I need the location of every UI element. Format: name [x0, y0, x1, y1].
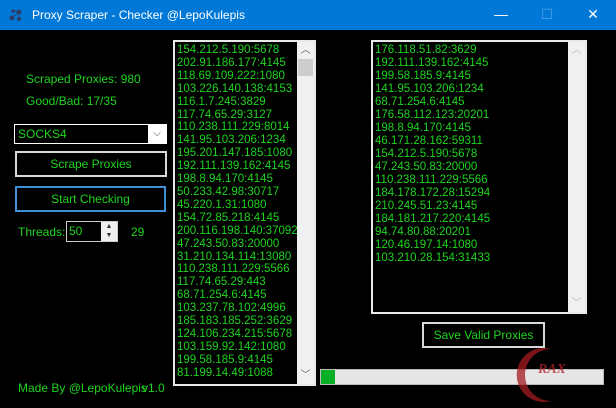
proxy-list-item[interactable]: 110.238.111.229:5566	[375, 174, 490, 187]
proxy-list-item[interactable]: 47.243.50.83:20000	[177, 238, 298, 251]
proxy-list-item[interactable]: 117.74.65.29:443	[177, 276, 298, 289]
good-bad-label: Good/Bad: 17/35	[26, 94, 117, 108]
proxy-list-item[interactable]: 117.74.65.29:3127	[177, 109, 298, 122]
proxy-list-item[interactable]: 141.95.103.206:1234	[177, 134, 298, 147]
proxy-list-item[interactable]: 184.178.172.28:15294	[375, 187, 490, 200]
threads-input[interactable]: 50 ▲ ▼	[66, 221, 118, 242]
threads-spinner[interactable]: ▲ ▼	[101, 222, 117, 241]
proxy-list-item[interactable]: 68.71.254.6:4145	[177, 289, 298, 302]
proxy-type-select[interactable]: SOCKS4 ⌵	[14, 124, 167, 144]
proxy-list-item[interactable]: 176.58.112.123:20201	[375, 109, 490, 122]
proxy-list-item[interactable]: 94.74.80.88:20201	[375, 226, 490, 239]
proxy-list-item[interactable]: 45.220.1.31:1080	[177, 199, 298, 212]
minimize-button[interactable]: —	[478, 0, 524, 30]
threads-value: 50	[69, 224, 83, 238]
proxy-list-item[interactable]: 47.243.50.83:20000	[375, 161, 490, 174]
proxy-list-item[interactable]: 199.58.185.9:4145	[177, 354, 298, 367]
title-bar: Proxy Scraper - Checker @LepoKulepis — ☐…	[0, 0, 616, 30]
chevron-up-icon[interactable]: ︿	[297, 42, 314, 59]
scraped-count-label: Scraped Proxies: 980	[26, 72, 141, 86]
proxy-list-item[interactable]: 124.106.234.215:5678	[177, 328, 298, 341]
proxy-list-item[interactable]: 110.238.111.229:8014	[177, 121, 298, 134]
chevron-down-icon[interactable]: ⌵	[148, 125, 166, 143]
proxy-list-item[interactable]: 31.210.134.114:13080	[177, 251, 298, 264]
window-title: Proxy Scraper - Checker @LepoKulepis	[32, 8, 245, 22]
app-icon	[9, 9, 22, 21]
chevron-down-icon[interactable]: ﹀	[568, 295, 585, 312]
proxy-list-item[interactable]: 154.212.5.190:5678	[375, 148, 490, 161]
close-button[interactable]: ✕	[570, 0, 616, 30]
proxy-list-item[interactable]: 200.116.198.140:37092	[177, 225, 298, 238]
proxy-list-item[interactable]: 198.8.94.170:4145	[177, 173, 298, 186]
proxy-list-item[interactable]: 110.238.111.229:5566	[177, 263, 298, 276]
watermark-logo: RAX	[516, 345, 586, 403]
proxy-list-item[interactable]: 192.111.139.162:4145	[375, 57, 490, 70]
proxy-list-item[interactable]: 141.95.103.206:1234	[375, 83, 490, 96]
proxy-list-item[interactable]: 210.245.51.23:4145	[375, 200, 490, 213]
proxy-list-item[interactable]: 202.91.186.177:4145	[177, 57, 298, 70]
proxy-list-item[interactable]: 103.226.140.138:4153	[177, 83, 298, 96]
scrollbar[interactable]: ︿ ﹀	[568, 42, 585, 312]
proxy-type-value: SOCKS4	[18, 127, 67, 141]
proxy-list-item[interactable]: 154.72.85.218:4145	[177, 212, 298, 225]
progress-fill	[321, 370, 336, 384]
proxy-list-item[interactable]: 176.118.51.82:3629	[375, 44, 490, 57]
maximize-button[interactable]: ☐	[524, 0, 570, 30]
proxy-list-item[interactable]: 50.233.42.98:30717	[177, 186, 298, 199]
version-label: v1.0	[142, 381, 165, 395]
proxy-list-item[interactable]: 81.199.14.49:1088	[177, 367, 298, 380]
proxy-list-item[interactable]: 199.58.185.9:4145	[375, 70, 490, 83]
active-threads-count: 29	[131, 225, 145, 239]
scroll-thumb[interactable]	[298, 59, 313, 76]
proxy-list-item[interactable]: 103.210.28.154:31433	[375, 252, 490, 265]
threads-label: Threads:	[18, 225, 66, 239]
credit-label: Made By @LepoKulepis	[18, 381, 147, 395]
proxy-list-item[interactable]: 195.201.147.185:1080	[177, 147, 298, 160]
proxy-list-item[interactable]: 46.171.28.162:59311	[375, 135, 490, 148]
proxy-list-item[interactable]: 185.183.185.252:3629	[177, 315, 298, 328]
proxy-list-item[interactable]: 192.111.139.162:4145	[177, 160, 298, 173]
proxy-list-item[interactable]: 68.71.254.6:4145	[375, 96, 490, 109]
scraped-proxies-list[interactable]: 154.212.5.190:5678 202.91.186.177:4145 118…	[173, 40, 316, 386]
chevron-down-icon[interactable]: ﹀	[297, 367, 314, 384]
proxy-list-item[interactable]: 198.8.94.170:4145	[375, 122, 490, 135]
proxy-list-item[interactable]: 118.69.109.222:1080	[177, 70, 298, 83]
proxy-list-item[interactable]: 116.1.7.245:3829	[177, 96, 298, 109]
proxy-list-item[interactable]: 103.237.78.102:4996	[177, 302, 298, 315]
chevron-up-icon[interactable]: ︿	[568, 42, 585, 59]
proxy-list-item[interactable]: 120.46.197.14:1080	[375, 239, 490, 252]
scrape-proxies-button[interactable]: Scrape Proxies	[15, 151, 167, 177]
proxy-list-item[interactable]: 154.212.5.190:5678	[177, 44, 298, 57]
proxy-list-item[interactable]: 184.181.217.220:4145	[375, 213, 490, 226]
scrollbar[interactable]: ︿ ﹀	[297, 42, 314, 384]
start-checking-button[interactable]: Start Checking	[15, 186, 166, 212]
valid-proxies-list[interactable]: 176.118.51.82:3629 192.111.139.162:4145 19…	[371, 40, 587, 314]
svg-text:RAX: RAX	[537, 362, 567, 377]
proxy-list-item[interactable]: 103.159.92.142:1080	[177, 341, 298, 354]
